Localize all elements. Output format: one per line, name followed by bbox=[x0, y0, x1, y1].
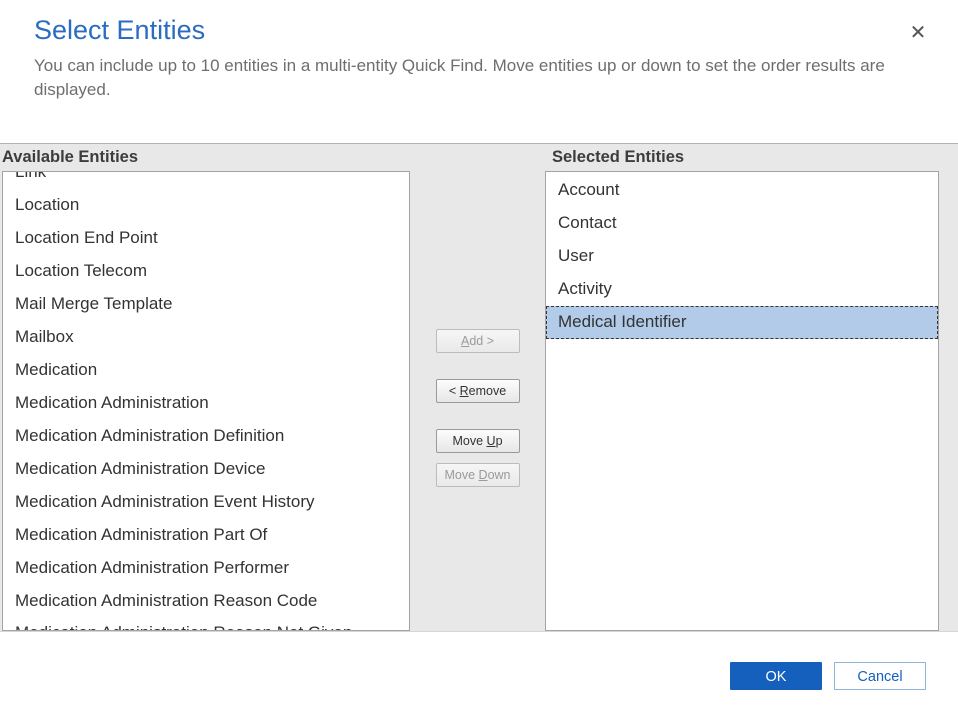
dialog-header: Select Entities You can include up to 10… bbox=[0, 0, 958, 105]
dialog-subtitle: You can include up to 10 entities in a m… bbox=[34, 54, 924, 102]
dialog-body: Available Entities Selected Entities Lin… bbox=[0, 143, 958, 631]
list-item[interactable]: Mail Merge Template bbox=[3, 288, 409, 321]
move-down-button-suffix: own bbox=[488, 468, 511, 482]
list-item[interactable]: Location bbox=[3, 189, 409, 222]
list-labels-row: Available Entities Selected Entities bbox=[0, 144, 958, 171]
list-item[interactable]: User bbox=[546, 240, 938, 273]
close-button[interactable]: ✕ bbox=[906, 20, 930, 44]
move-down-button-mnemonic: D bbox=[479, 468, 488, 482]
list-item[interactable]: Mailbox bbox=[3, 321, 409, 354]
list-item[interactable]: Medication bbox=[3, 354, 409, 387]
move-down-button-prefix: Move bbox=[444, 468, 478, 482]
list-item[interactable]: Medication Administration Performer bbox=[3, 552, 409, 585]
list-item[interactable]: Activity bbox=[546, 273, 938, 306]
list-item[interactable]: Location End Point bbox=[3, 222, 409, 255]
transfer-buttons-column: Add > < Remove Move Up Move Down bbox=[410, 171, 545, 497]
list-item[interactable]: Medication Administration bbox=[3, 387, 409, 420]
move-up-button[interactable]: Move Up bbox=[436, 429, 520, 453]
list-item[interactable]: Account bbox=[546, 174, 938, 207]
ok-button[interactable]: OK bbox=[730, 662, 822, 690]
spacer bbox=[415, 144, 550, 171]
move-down-button: Move Down bbox=[436, 463, 520, 487]
list-item[interactable]: Link bbox=[3, 171, 409, 189]
remove-button[interactable]: < Remove bbox=[436, 379, 520, 403]
list-item[interactable]: Location Telecom bbox=[3, 255, 409, 288]
remove-button-suffix: emove bbox=[469, 384, 507, 398]
selected-entities-label: Selected Entities bbox=[550, 144, 958, 171]
list-item[interactable]: Medication Administration Part Of bbox=[3, 519, 409, 552]
add-button: Add > bbox=[436, 329, 520, 353]
move-up-button-suffix: p bbox=[496, 434, 503, 448]
move-up-button-mnemonic: U bbox=[487, 434, 496, 448]
remove-button-prefix: < bbox=[449, 384, 460, 398]
list-item[interactable]: Medication Administration Event History bbox=[3, 486, 409, 519]
dialog-title: Select Entities bbox=[34, 14, 924, 48]
list-item[interactable]: Medication Administration Device bbox=[3, 453, 409, 486]
close-icon: ✕ bbox=[910, 20, 927, 45]
list-item[interactable]: Medical Identifier bbox=[546, 306, 938, 339]
lists-row: LinkLocationLocation End PointLocation T… bbox=[0, 171, 958, 631]
list-item[interactable]: Medication Administration Reason Not Giv… bbox=[3, 617, 409, 631]
remove-button-mnemonic: R bbox=[460, 384, 469, 398]
select-entities-dialog: ✕ Select Entities You can include up to … bbox=[0, 0, 958, 710]
cancel-button[interactable]: Cancel bbox=[834, 662, 926, 690]
selected-entities-listbox[interactable]: AccountContactUserActivityMedical Identi… bbox=[545, 171, 939, 631]
list-item[interactable]: Medication Administration Reason Code bbox=[3, 585, 409, 618]
list-item[interactable]: Medication Administration Definition bbox=[3, 420, 409, 453]
available-entities-label: Available Entities bbox=[0, 144, 415, 171]
add-button-suffix: dd > bbox=[469, 334, 494, 348]
dialog-footer: OK Cancel bbox=[0, 631, 958, 710]
available-entities-listbox[interactable]: LinkLocationLocation End PointLocation T… bbox=[2, 171, 410, 631]
move-up-button-prefix: Move bbox=[452, 434, 486, 448]
list-item[interactable]: Contact bbox=[546, 207, 938, 240]
